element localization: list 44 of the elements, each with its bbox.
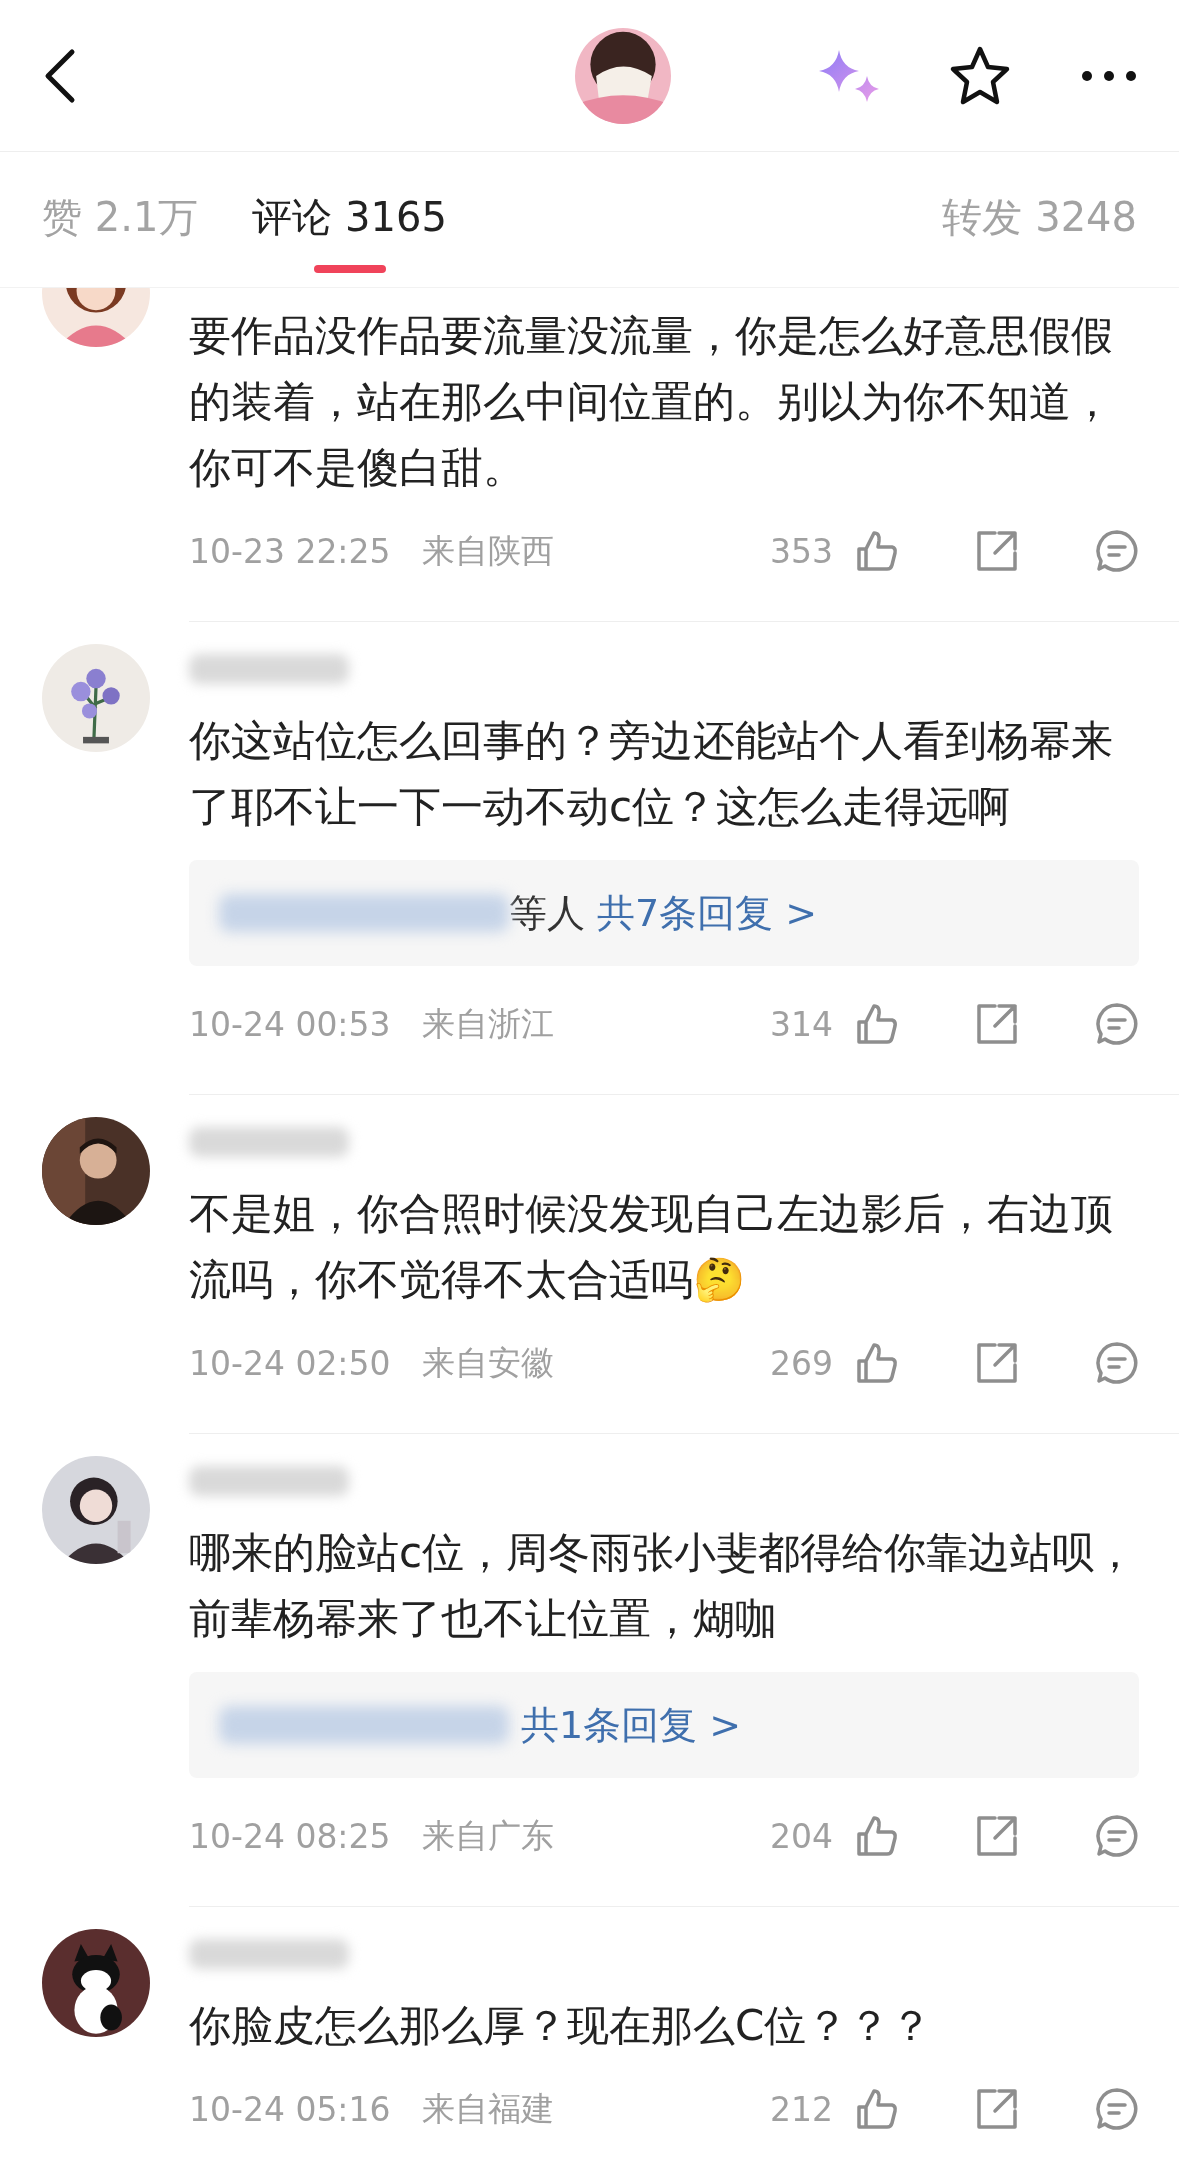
comment-location: 来自安徽	[422, 1341, 555, 1384]
comment-text: 不是姐，你合照时候没发现自己左边影后，右边顶流吗，你不觉得不太合适吗🤔	[189, 1188, 1114, 1306]
thumbs-up-icon[interactable]	[855, 529, 899, 573]
like-count: 314	[770, 1004, 833, 1044]
comment-icon[interactable]	[1095, 1814, 1139, 1858]
comment-location: 来自浙江	[422, 1002, 555, 1045]
tab[interactable]: 赞 2.1万	[42, 166, 199, 273]
comment-text: 你脸皮怎么那么厚？现在那么C位？？？	[189, 2000, 934, 2052]
star-icon[interactable]	[949, 44, 1011, 107]
thumbs-up-icon[interactable]	[855, 1341, 899, 1385]
share-icon[interactable]	[975, 1814, 1019, 1858]
like-count: 204	[770, 1816, 833, 1856]
thumbs-up-icon[interactable]	[855, 2087, 899, 2131]
comment-icon[interactable]	[1095, 2087, 1139, 2131]
comment-text: 要作品没作品要流量没流量，你是怎么好意思假假的装着，站在那么中间位置的。别以为你不知道，你可不是傻白甜。	[189, 310, 1114, 494]
like-count: 212	[770, 2089, 833, 2129]
comment-time: 10-24 08:25	[189, 1816, 391, 1856]
share-icon[interactable]	[975, 1002, 1019, 1046]
like-count: 353	[770, 531, 833, 571]
share-icon[interactable]	[975, 2087, 1019, 2131]
share-icon[interactable]	[975, 529, 1019, 573]
replies-suffix: 等人	[509, 889, 585, 937]
comment-location: 来自广东	[422, 1814, 555, 1857]
tab[interactable]: 评论 3165	[252, 166, 447, 273]
thumbs-up-icon[interactable]	[855, 1814, 899, 1858]
replies-link[interactable]: 共7条回复 >	[597, 887, 818, 939]
comment-time: 10-24 05:16	[189, 2089, 391, 2129]
comment-icon[interactable]	[1095, 1002, 1139, 1046]
like-count: 269	[770, 1343, 833, 1383]
comment-icon[interactable]	[1095, 1341, 1139, 1385]
tab[interactable]: 转发 3248	[942, 166, 1137, 273]
comment-text: 你这站位怎么回事的？旁边还能站个人看到杨幂来了耶不让一下一动不动c位？这怎么走得远啊	[189, 715, 1114, 833]
comment-location: 来自福建	[422, 2087, 555, 2130]
comment-time: 10-24 02:50	[189, 1343, 391, 1383]
replies-link[interactable]: 共1条回复 >	[521, 1699, 742, 1751]
share-icon[interactable]	[975, 1341, 1019, 1385]
comment-time: 10-23 22:25	[189, 531, 391, 571]
thumbs-up-icon[interactable]	[855, 1002, 899, 1046]
replies-preview[interactable]: 共1条回复 >	[189, 1672, 1139, 1778]
comment-text: 哪来的脸站c位，周冬雨张小斐都得给你靠边站呗，前辈杨幂来了也不让位置，煳咖	[189, 1527, 1138, 1645]
comment-icon[interactable]	[1095, 529, 1139, 573]
replies-preview[interactable]: 等人 共7条回复 >	[189, 860, 1139, 966]
comment-time: 10-24 00:53	[189, 1004, 391, 1044]
comment-location: 来自陕西	[422, 529, 555, 572]
